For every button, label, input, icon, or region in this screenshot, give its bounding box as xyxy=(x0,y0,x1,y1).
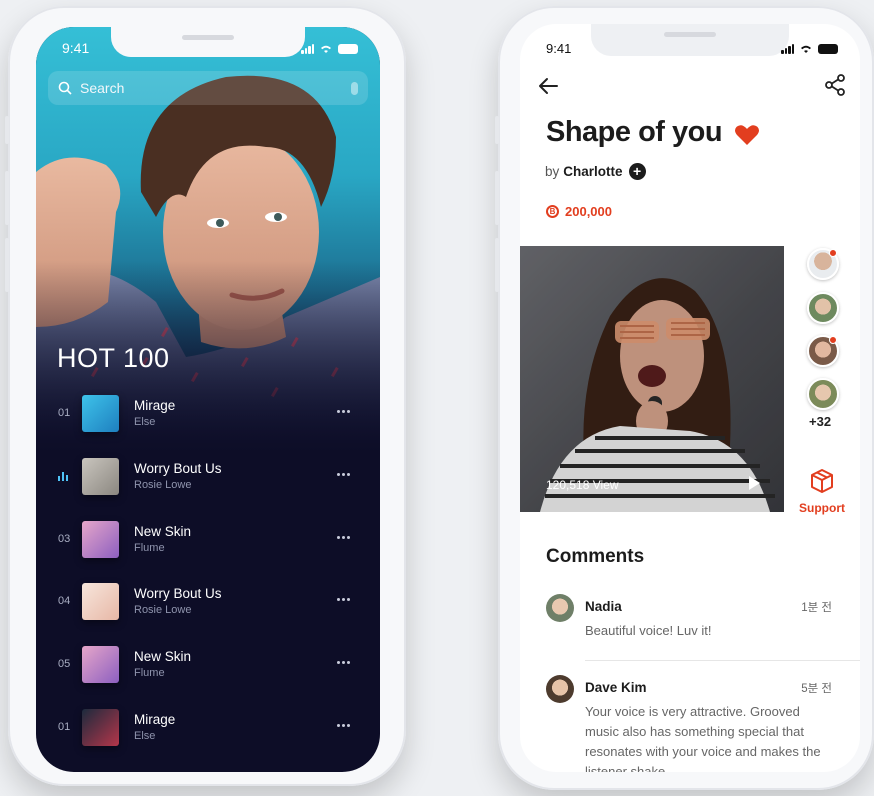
commenter-avatar[interactable] xyxy=(546,594,574,622)
mute-switch xyxy=(5,116,9,144)
more-options-icon[interactable] xyxy=(337,661,350,664)
battery-icon xyxy=(818,43,838,54)
track-row[interactable]: 05 New Skin Flume xyxy=(36,639,380,689)
search-icon xyxy=(58,81,72,95)
online-dot xyxy=(829,249,837,257)
more-listeners-count[interactable]: +32 xyxy=(809,414,831,429)
coin-icon: B xyxy=(546,205,559,218)
more-options-icon[interactable] xyxy=(337,473,350,476)
more-options-icon[interactable] xyxy=(337,598,350,601)
comment-text: Your voice is very attractive. Grooved m… xyxy=(585,704,821,772)
status-time: 9:41 xyxy=(62,40,90,56)
track-artist: Else xyxy=(134,416,156,428)
search-input[interactable]: Search xyxy=(48,71,368,105)
right-phone-frame: 9:41 Shape of you by Charlotte + B 200,0… xyxy=(495,6,874,790)
song-byline: by Charlotte + xyxy=(545,163,646,180)
comment-time: 5분 전 xyxy=(801,683,832,695)
signal-icon xyxy=(781,43,794,54)
follow-plus-icon[interactable]: + xyxy=(628,163,646,180)
volume-down-button xyxy=(495,238,499,292)
track-rank: 01 xyxy=(58,407,71,419)
track-title: New Skin xyxy=(134,649,192,664)
video-view-count: 120,518 View xyxy=(546,478,619,492)
song-detail-screen: 9:41 Shape of you by Charlotte + B 200,0… xyxy=(520,24,860,772)
search-placeholder: Search xyxy=(80,80,125,96)
track-artist: Flume xyxy=(134,542,165,554)
wifi-icon xyxy=(801,45,811,53)
track-row[interactable]: 01 Mirage Else xyxy=(36,702,380,752)
chart-heading: HOT 100 xyxy=(57,343,170,373)
listener-avatar[interactable] xyxy=(807,292,839,324)
album-art-mirage xyxy=(82,394,119,432)
now-playing-icon xyxy=(58,471,82,481)
track-title: Worry Bout Us xyxy=(134,586,222,601)
track-artist: Flume xyxy=(134,667,165,679)
commenter-name[interactable]: Dave Kim xyxy=(585,680,647,695)
listener-avatar[interactable] xyxy=(807,378,839,410)
online-dot xyxy=(829,336,837,344)
track-title: Worry Bout Us xyxy=(134,461,222,476)
album-art-new-skin xyxy=(82,645,119,683)
left-phone-frame: 9:41 Search HOT 100 01 Mirage Else Worry… xyxy=(5,6,406,786)
share-icon[interactable] xyxy=(824,74,846,96)
play-icon[interactable] xyxy=(749,476,760,490)
comments-heading: Comments xyxy=(546,546,645,567)
volume-up-button xyxy=(5,171,9,225)
support-label: Support xyxy=(799,501,845,515)
track-title: Mirage xyxy=(134,398,176,413)
video-player[interactable]: 120,518 View xyxy=(520,246,784,512)
track-rank xyxy=(36,471,82,481)
album-art-mirage xyxy=(82,708,119,746)
microphone-icon[interactable] xyxy=(351,81,358,95)
track-row-now-playing[interactable]: Worry Bout Us Rosie Lowe xyxy=(36,451,380,501)
comment-time: 1분 전 xyxy=(801,602,832,614)
volume-up-button xyxy=(495,171,499,225)
signal-icon xyxy=(301,43,314,54)
back-arrow-icon[interactable] xyxy=(536,74,560,98)
track-rank: 01 xyxy=(58,721,71,733)
track-rank: 03 xyxy=(58,533,71,545)
more-options-icon[interactable] xyxy=(337,410,350,413)
track-title: New Skin xyxy=(134,524,192,539)
music-chart-screen: 9:41 Search HOT 100 01 Mirage Else Worry… xyxy=(36,27,380,772)
track-artist: Else xyxy=(134,730,156,742)
status-bar: 9:41 xyxy=(546,38,838,58)
status-bar: 9:41 xyxy=(62,38,358,58)
song-title: Shape of you xyxy=(546,116,723,148)
more-options-icon[interactable] xyxy=(337,724,350,727)
support-button[interactable]: Support xyxy=(798,468,846,515)
volume-down-button xyxy=(5,238,9,292)
track-row[interactable]: 04 Worry Bout Us Rosie Lowe xyxy=(36,576,380,626)
commenter-avatar[interactable] xyxy=(546,675,574,703)
comment-divider xyxy=(585,660,860,661)
track-row[interactable]: 03 New Skin Flume xyxy=(36,514,380,564)
comment-text: Beautiful voice! Luv it! xyxy=(585,623,712,638)
heart-icon[interactable] xyxy=(734,123,760,147)
commenter-name[interactable]: Nadia xyxy=(585,599,622,614)
track-rank: 04 xyxy=(58,595,71,607)
track-row[interactable]: 01 Mirage Else xyxy=(36,388,380,438)
track-artist: Rosie Lowe xyxy=(134,604,192,616)
album-art-worry-bout-us xyxy=(82,582,119,620)
album-art-new-skin xyxy=(82,520,119,558)
by-prefix: by xyxy=(545,164,560,179)
track-artist: Rosie Lowe xyxy=(134,479,192,491)
track-rank: 05 xyxy=(58,658,71,670)
gift-box-icon xyxy=(811,469,833,493)
mute-switch xyxy=(495,116,499,144)
more-options-icon[interactable] xyxy=(337,536,350,539)
price-value: 200,000 xyxy=(565,204,612,219)
singer-video-thumbnail xyxy=(520,246,784,512)
track-title: Mirage xyxy=(134,712,176,727)
support-amount: B 200,000 xyxy=(546,204,612,219)
status-time: 9:41 xyxy=(546,40,572,56)
album-art-worry-bout-us xyxy=(82,457,119,495)
battery-icon xyxy=(338,43,358,54)
wifi-icon xyxy=(321,45,331,53)
artist-name[interactable]: Charlotte xyxy=(563,164,622,179)
